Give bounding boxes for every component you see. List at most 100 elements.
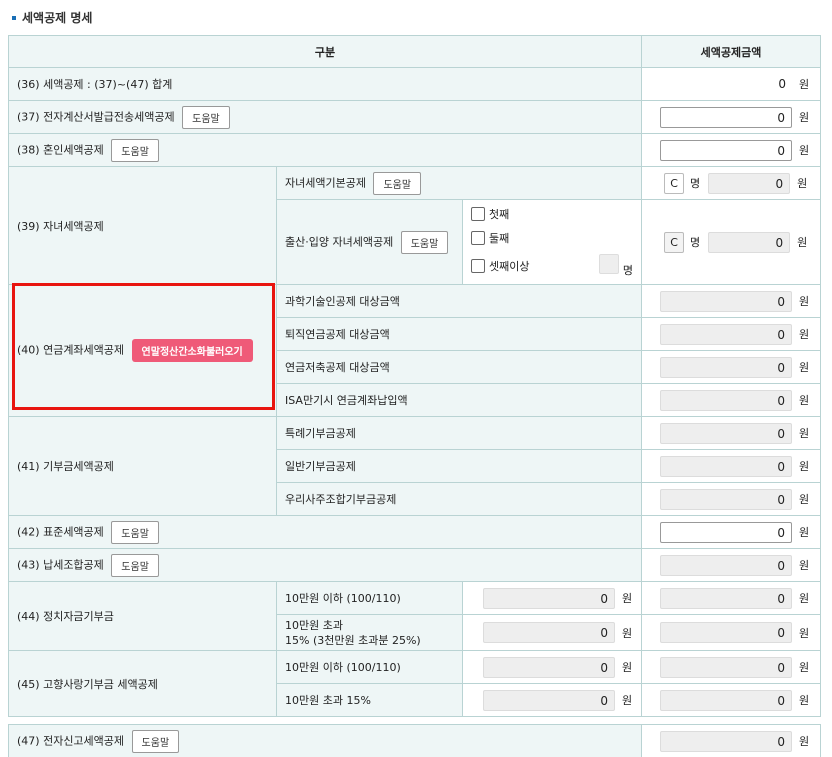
table-row: (38) 혼인세액공제 도움말 0원 [7, 133, 822, 167]
table-row: (42) 표준세액공제 도움말 0원 [7, 515, 822, 549]
sub-row: 연금저축공제 대상금액 [275, 350, 643, 384]
total-value: 0 [778, 77, 787, 91]
sub-row: 우리사주조합기부금공제 [275, 482, 643, 516]
unit-label: 원 [799, 427, 810, 440]
table-row: (45) 고향사랑기부금 세액공제 10만원 이하 (100/110) 0원 0… [8, 650, 822, 717]
checkbox-icon[interactable] [471, 231, 485, 245]
base-field: 0 [483, 689, 615, 711]
sub-row: 과학기술인공제 대상금액 [275, 284, 643, 318]
amount-cell: 0원 [641, 416, 822, 450]
base-cell: 0원 [461, 683, 643, 717]
header-amount: 세액공제금액 [641, 35, 822, 68]
amount-field: 0 [660, 455, 793, 477]
row-label-cell: (38) 혼인세액공제 도움말 [7, 133, 643, 167]
unit-label: 원 [799, 78, 810, 91]
row-label-45: (45) 고향사랑기부금 세액공제 [8, 650, 277, 717]
tax-credit-table: 구분 세액공제금액 (36) 세액공제 : (37)~(47) 합계 0원 (3… [7, 35, 822, 757]
amount-field: 0 [660, 730, 793, 752]
section-title: 세액공제 명세 [12, 9, 92, 26]
sub-row: 특례기부금공제 [275, 416, 643, 450]
help-button[interactable]: 도움말 [373, 171, 422, 195]
sub-row: ISA만기시 연금계좌납입액 [275, 383, 643, 417]
amount-field: 0 [660, 622, 793, 643]
table-row: (47) 전자신고세액공제 도움말 0원 [7, 724, 822, 757]
help-button[interactable]: 도움말 [111, 138, 159, 162]
marriage-credit-input[interactable]: 0 [660, 139, 793, 161]
amount-cell: 0원 [641, 515, 822, 549]
table-row: (44) 정치자금기부금 10만원 이하 (100/110) 0원 0원 [8, 581, 822, 651]
amount-cell: 0원 [641, 548, 822, 582]
unit-label: 원 [797, 236, 808, 249]
amount-field: 0 [660, 689, 793, 711]
row-label-37: (37) 전자계산서발급전송세액공제 [17, 110, 175, 123]
child-count-input[interactable]: C [664, 172, 685, 194]
sub-label: 10만원 초과 15% [276, 683, 463, 717]
sub-label-cell: 출산·입양 자녀세액공제 도움말 [276, 199, 463, 285]
checkbox-label: 첫째 [489, 208, 510, 221]
person-unit: 명 [622, 264, 634, 277]
child-basic-amount: 0 [708, 172, 791, 194]
checkbox-icon[interactable] [471, 207, 485, 221]
unit-label: 원 [799, 144, 810, 157]
row-label-44: (44) 정치자금기부금 [8, 581, 277, 651]
child-birth-amount: 0 [708, 231, 791, 253]
sub-label-cell: 자녀세액기본공제 도움말 [275, 166, 643, 200]
sub-label: 우리사주조합기부금공제 [285, 493, 397, 506]
unit-label: 원 [799, 694, 810, 707]
help-button[interactable]: 도움말 [182, 105, 230, 129]
third-child-count-input[interactable] [598, 254, 619, 274]
base-field: 0 [483, 587, 615, 609]
amount-cell: 0원 [641, 650, 822, 684]
unit-label: 원 [622, 592, 633, 605]
sub-label: ISA만기시 연금계좌납입액 [285, 394, 408, 407]
amount-cell: 0원 [641, 614, 822, 651]
row-label-cell: (42) 표준세액공제 도움말 [7, 515, 643, 549]
amount-field: 0 [660, 656, 793, 678]
standard-credit-input[interactable]: 0 [660, 521, 793, 543]
amount-field: 0 [660, 422, 793, 444]
amount-cell: 0원 [641, 317, 822, 351]
second-child-checkbox[interactable]: 둘째 [471, 230, 633, 246]
amount-cell: 0원 [641, 100, 822, 134]
sub-label: 퇴직연금공제 대상금액 [285, 328, 390, 341]
checkbox-label: 셋째이상 [489, 260, 530, 273]
amount-cell: C명0원 [641, 199, 822, 285]
header-category: 구분 [7, 35, 643, 68]
child-basic-label: 자녀세액기본공제 [285, 176, 366, 189]
checkbox-label: 둘째 [489, 232, 510, 245]
row-label-47: (47) 전자신고세액공제 [17, 734, 125, 747]
unit-label: 원 [799, 735, 810, 748]
birth-count-input: C [664, 231, 685, 253]
table-row: (36) 세액공제 : (37)~(47) 합계 0원 [7, 67, 822, 101]
unit-label: 원 [799, 295, 810, 308]
unit-label: 원 [799, 559, 810, 572]
row-label-42: (42) 표준세액공제 [17, 525, 104, 538]
child-birth-label: 출산·입양 자녀세액공제 [285, 235, 394, 248]
amount-cell: 0원 [641, 482, 822, 516]
unit-label: 원 [799, 526, 810, 539]
amount-cell: 0원 [641, 683, 822, 717]
yearend-import-button[interactable]: 연말정산간소화불러오기 [131, 339, 253, 362]
help-button[interactable]: 도움말 [111, 553, 159, 577]
row-label-43: (43) 납세조합공제 [17, 558, 104, 571]
section-title-text: 세액공제 명세 [22, 11, 93, 25]
third-child-checkbox[interactable]: 셋째이상 [471, 258, 529, 274]
help-button[interactable]: 도움말 [111, 520, 159, 544]
row-label-cell: (37) 전자계산서발급전송세액공제 도움말 [7, 100, 643, 134]
help-button[interactable]: 도움말 [400, 230, 449, 254]
unit-label: 원 [799, 493, 810, 506]
sub-label-note: 15% (3천만원 초과분 25%) [285, 633, 421, 647]
amount-field: 0 [660, 290, 793, 312]
checkbox-icon[interactable] [471, 259, 485, 273]
unit-label: 원 [799, 626, 810, 640]
table-row: (41) 기부금세액공제 특례기부금공제 0원 [8, 416, 822, 516]
sub-label: 일반기부금공제 [285, 460, 356, 473]
base-cell: 0원 [461, 581, 643, 615]
e-invoice-credit-input[interactable]: 0 [660, 106, 793, 128]
first-child-checkbox[interactable]: 첫째 [471, 206, 633, 222]
unit-label: 원 [622, 626, 633, 640]
row-label-39: (39) 자녀세액공제 [8, 166, 277, 285]
sub-label: 연금저축공제 대상금액 [285, 361, 390, 374]
help-button[interactable]: 도움말 [131, 729, 180, 753]
amount-cell: 0원 [641, 284, 822, 318]
